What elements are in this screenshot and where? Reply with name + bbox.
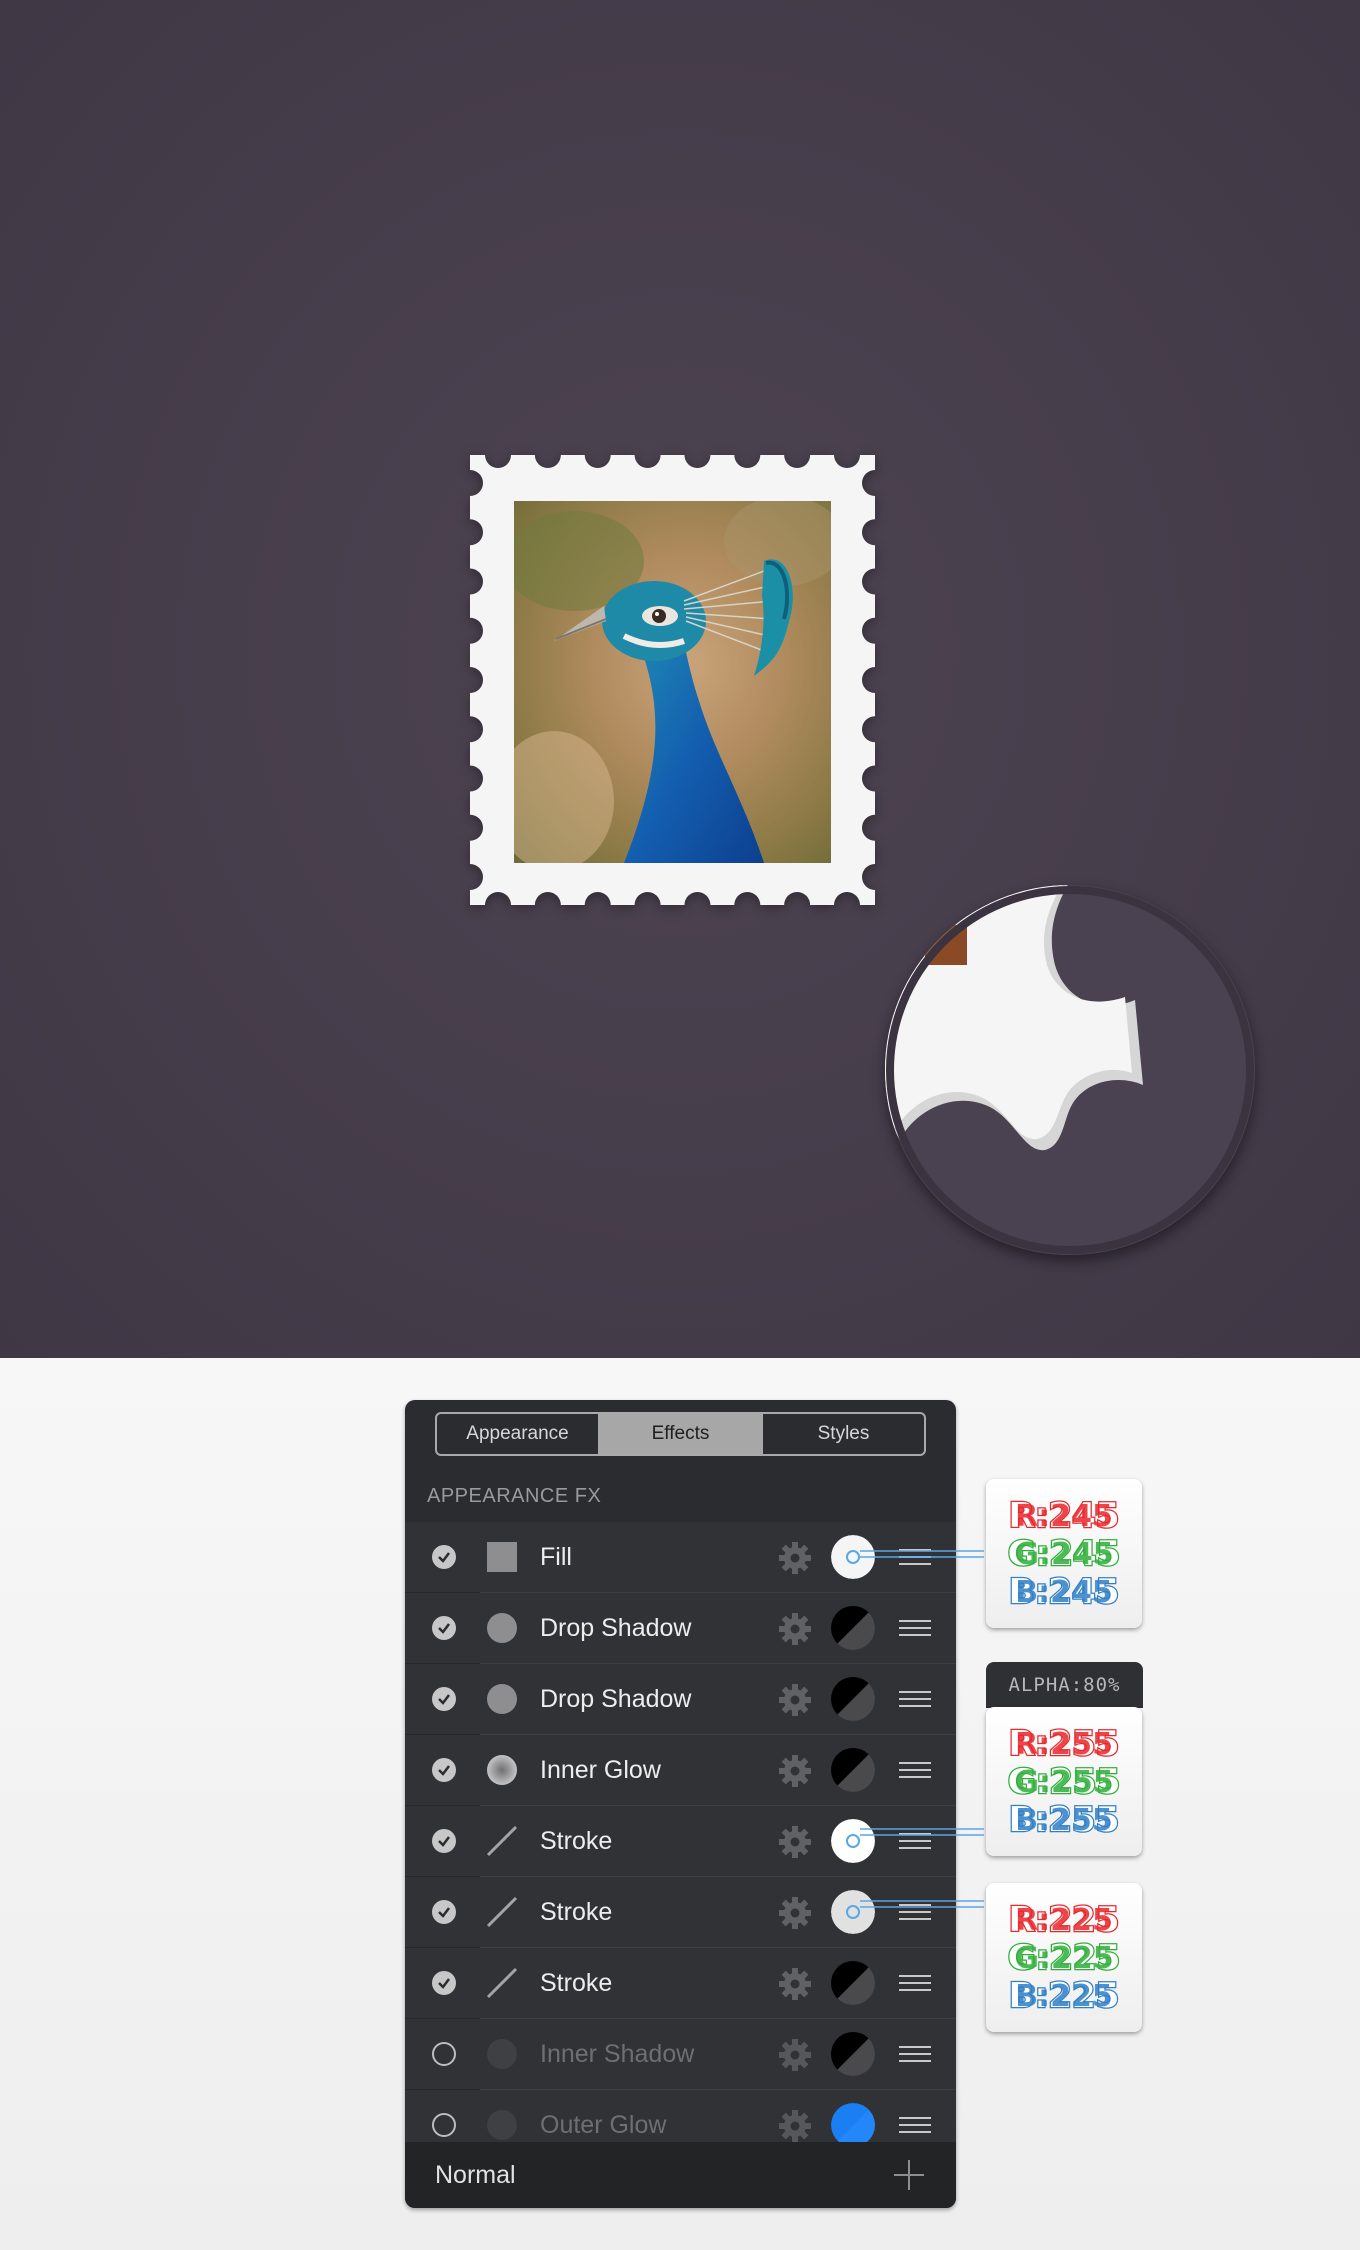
effect-name: Outer Glow: [540, 2111, 667, 2139]
callout-g-fill: G:255: [1014, 1765, 1113, 1800]
stroke-line-icon: [485, 1895, 519, 1929]
effect-name: Stroke: [540, 1898, 613, 1926]
effects-list: Fill Drop Shadow Drop Shadow Inner Glow …: [405, 1522, 956, 2161]
callout-b-fill: B:255: [1015, 1803, 1113, 1838]
appearance-panel: Appearance Effects Styles APPEARANCE FX …: [405, 1400, 956, 2208]
effect-row[interactable]: Fill: [405, 1522, 956, 1593]
checkmark-icon: [438, 1907, 450, 1918]
drag-handle-icon[interactable]: [899, 1904, 931, 1920]
tab-effects[interactable]: Effects: [598, 1414, 761, 1454]
drag-handle-icon[interactable]: [899, 2046, 931, 2062]
artboard-canvas: [0, 0, 1360, 1358]
gear-icon[interactable]: [778, 1967, 812, 2001]
effect-toggle-checkbox[interactable]: [432, 1829, 456, 1853]
circle-icon: [485, 2037, 519, 2071]
color-callout-stroke-1: R:255 R:255 G:255 G:255 B:255 B:255: [986, 1707, 1142, 1856]
drag-handle-icon[interactable]: [899, 1549, 931, 1565]
effect-toggle-checkbox[interactable]: [432, 2042, 456, 2066]
drag-handle-icon[interactable]: [899, 1762, 931, 1778]
callout-b-fill: B:245: [1015, 1575, 1113, 1610]
zoom-magnifier: [885, 885, 1255, 1255]
gear-icon[interactable]: [778, 2038, 812, 2072]
tab-appearance[interactable]: Appearance: [437, 1414, 598, 1454]
checkmark-icon: [438, 1978, 450, 1989]
effect-toggle-checkbox[interactable]: [432, 1900, 456, 1924]
gear-icon[interactable]: [778, 1612, 812, 1646]
checkmark-icon: [438, 1836, 450, 1847]
callout-g-fill: G:225: [1014, 1941, 1113, 1976]
color-swatch[interactable]: [831, 1890, 875, 1934]
effect-toggle-checkbox[interactable]: [432, 1616, 456, 1640]
circle-icon: [485, 2108, 519, 2142]
circle-icon: [485, 1611, 519, 1645]
drag-handle-icon[interactable]: [899, 1833, 931, 1849]
effect-toggle-checkbox[interactable]: [432, 1545, 456, 1569]
glow-circle-icon: [485, 1753, 519, 1787]
effect-name: Stroke: [540, 1827, 613, 1855]
stroke-line-icon: [485, 1966, 519, 2000]
add-effect-button[interactable]: [892, 2158, 926, 2192]
color-swatch[interactable]: [831, 1677, 875, 1721]
callout-r-fill: R:255: [1015, 1727, 1113, 1762]
gear-icon[interactable]: [778, 1825, 812, 1859]
color-swatch[interactable]: [831, 1961, 875, 2005]
effect-name: Inner Shadow: [540, 2040, 695, 2068]
callout-g-fill: G:245: [1014, 1537, 1113, 1572]
effect-name: Fill: [540, 1543, 572, 1571]
color-swatch[interactable]: [831, 1748, 875, 1792]
effect-name: Inner Glow: [540, 1756, 661, 1784]
effect-row[interactable]: Drop Shadow: [405, 1664, 956, 1735]
section-title: APPEARANCE FX: [427, 1485, 602, 1507]
checkmark-icon: [438, 1623, 450, 1634]
drag-handle-icon[interactable]: [899, 1620, 931, 1636]
drag-handle-icon[interactable]: [899, 2117, 931, 2133]
effect-toggle-checkbox[interactable]: [432, 1971, 456, 1995]
circle-icon: [485, 1682, 519, 1716]
callout-b-fill: B:225: [1015, 1979, 1113, 2014]
effect-row[interactable]: Inner Glow: [405, 1735, 956, 1806]
effect-name: Drop Shadow: [540, 1614, 692, 1642]
effect-row[interactable]: Stroke: [405, 1877, 956, 1948]
gear-icon[interactable]: [778, 1754, 812, 1788]
gear-icon[interactable]: [778, 1541, 812, 1575]
checkmark-icon: [438, 1694, 450, 1705]
checkmark-icon: [438, 1552, 450, 1563]
panel-footer: Normal: [405, 2142, 956, 2208]
effect-name: Drop Shadow: [540, 1685, 692, 1713]
tab-bar: Appearance Effects Styles: [435, 1412, 926, 1456]
effect-row[interactable]: Inner Shadow: [405, 2019, 956, 2090]
blend-mode-select[interactable]: Normal: [435, 2161, 516, 2190]
effect-toggle-checkbox[interactable]: [432, 1758, 456, 1782]
effect-row[interactable]: Drop Shadow: [405, 1593, 956, 1664]
callout-r-fill: R:245: [1015, 1499, 1113, 1534]
color-callout-fill: R:245 R:245 G:245 G:245 B:245 B:245: [986, 1479, 1142, 1628]
gear-icon[interactable]: [778, 1896, 812, 1930]
alpha-label: ALPHA:80%: [986, 1662, 1143, 1708]
effect-name: Stroke: [540, 1969, 613, 1997]
checkmark-icon: [438, 1765, 450, 1776]
tab-styles[interactable]: Styles: [761, 1414, 924, 1454]
color-swatch[interactable]: [831, 1535, 875, 1579]
effect-row[interactable]: Stroke: [405, 1948, 956, 2019]
effect-toggle-checkbox[interactable]: [432, 2113, 456, 2137]
effect-row[interactable]: Stroke: [405, 1806, 956, 1877]
color-swatch[interactable]: [831, 2032, 875, 2076]
square-fill-icon: [485, 1540, 519, 1574]
gear-icon[interactable]: [778, 2109, 812, 2143]
color-callout-stroke-2: R:225 R:225 G:225 G:225 B:225 B:225: [986, 1883, 1142, 2032]
color-swatch[interactable]: [831, 1819, 875, 1863]
drag-handle-icon[interactable]: [899, 1975, 931, 1991]
stroke-line-icon: [485, 1824, 519, 1858]
gear-icon[interactable]: [778, 1683, 812, 1717]
drag-handle-icon[interactable]: [899, 1691, 931, 1707]
effect-toggle-checkbox[interactable]: [432, 1687, 456, 1711]
callout-r-fill: R:225: [1015, 1903, 1113, 1938]
color-swatch[interactable]: [831, 1606, 875, 1650]
color-swatch[interactable]: [831, 2103, 875, 2147]
peacock-photo: [514, 501, 831, 863]
